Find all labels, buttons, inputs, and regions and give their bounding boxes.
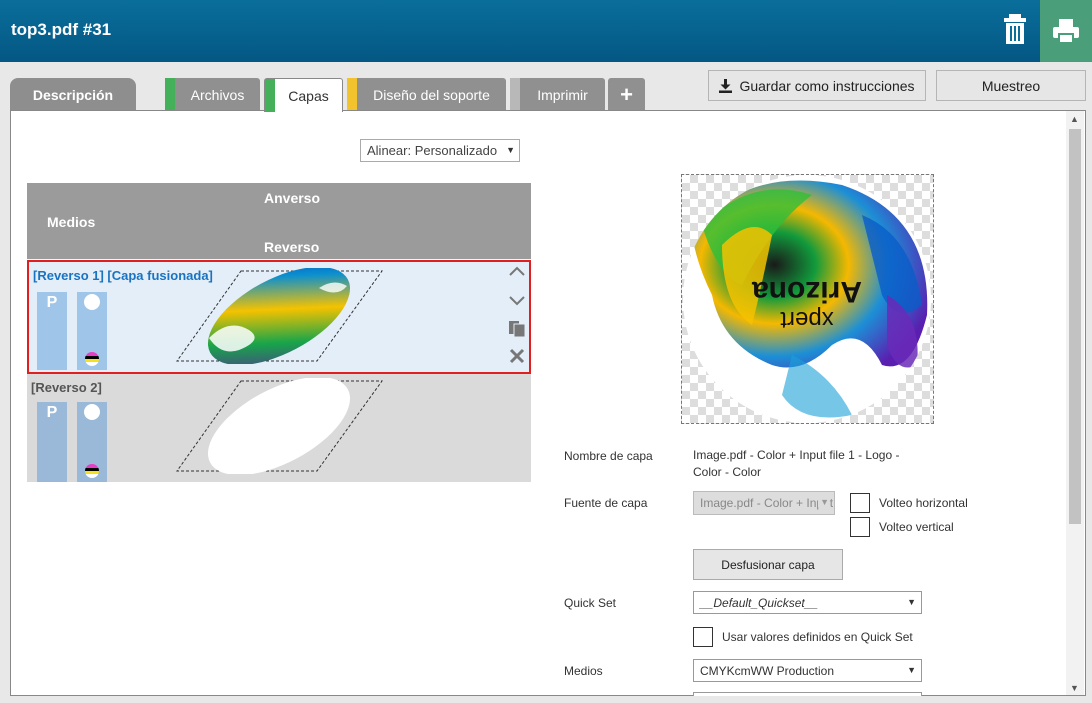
volteo-vertical-label: Volteo vertical — [879, 520, 954, 534]
title-bar: top3.pdf #31 — [0, 0, 1092, 62]
tab-archivos[interactable]: Archivos — [165, 78, 260, 111]
fuente-capa-value: Image.pdf - Color + Input file 1 — [700, 496, 834, 510]
muestreo-button[interactable]: Muestreo — [936, 70, 1086, 101]
guardar-label: Guardar como instrucciones — [739, 77, 915, 94]
nombre-capa-label: Nombre de capa — [564, 449, 653, 463]
print-icon — [1053, 19, 1079, 44]
tab-status-stripe — [510, 78, 520, 111]
align-select[interactable]: Alinear: Personalizado ▼ — [360, 139, 520, 162]
chevron-down-icon: ▼ — [506, 145, 515, 155]
white-ink-dot — [84, 404, 100, 420]
tab-status-stripe — [165, 78, 175, 111]
layer-thumbnail — [176, 268, 383, 364]
tab-diseno-label: Diseño del soporte — [373, 86, 490, 103]
medios-label: Medios — [564, 664, 603, 678]
scroll-down-arrow[interactable]: ▼ — [1070, 683, 1079, 693]
usar-valores-checkbox[interactable] — [693, 627, 713, 647]
print-button[interactable] — [1040, 0, 1092, 62]
layer-row-reverso-2[interactable]: [Reverso 2] P — [27, 374, 531, 482]
tab-diseno-soporte[interactable]: Diseño del soporte — [347, 78, 506, 111]
quickset-value: __Default_Quickset__ — [700, 596, 819, 610]
fuente-capa-select: Image.pdf - Color + Input file 1 ▼ — [693, 491, 835, 515]
print-mode-badge: P — [37, 292, 67, 370]
chevron-down-icon: ▼ — [907, 597, 916, 607]
copy-icon[interactable] — [508, 320, 526, 343]
tab-imprimir-label: Imprimir — [537, 86, 588, 103]
chevron-down-icon: ▼ — [818, 497, 829, 507]
tab-status-stripe — [265, 79, 275, 112]
quickset-select[interactable]: __Default_Quickset__ ▼ — [693, 591, 922, 614]
desfusionar-capa-button[interactable]: Desfusionar capa — [693, 549, 843, 580]
media-indicator — [77, 402, 107, 482]
header-medios: Medios — [47, 214, 96, 230]
vertical-scrollbar[interactable]: ▲ ▼ — [1066, 111, 1084, 695]
cmyk-ink-icon — [85, 464, 99, 478]
preview-image: Arizona xpert — [683, 175, 931, 423]
volteo-vertical-checkbox[interactable] — [850, 517, 870, 537]
tab-archivos-label: Archivos — [190, 86, 245, 103]
chevron-down-icon: ▼ — [907, 665, 916, 675]
layer-preview: Arizona xpert — [681, 174, 934, 424]
scroll-up-arrow[interactable]: ▲ — [1070, 114, 1079, 124]
tab-descripcion[interactable]: Descripción — [10, 78, 136, 111]
chevron-up-icon[interactable] — [508, 264, 526, 282]
layer-thumbnail — [176, 378, 383, 474]
preview-logo-subtext: xpert — [780, 306, 834, 333]
trash-icon[interactable] — [1000, 12, 1030, 46]
print-mode-badge: P — [37, 402, 67, 482]
medios-value: CMYKcmWW Production — [700, 664, 835, 678]
volteo-horizontal-checkbox[interactable] — [850, 493, 870, 513]
header-reverso: Reverso — [264, 239, 320, 255]
media-indicator — [77, 292, 107, 370]
tab-capas[interactable]: Capas — [264, 78, 343, 112]
usar-valores-label: Usar valores definidos en Quick Set — [722, 630, 913, 644]
layer-row-label: [Reverso 2] — [31, 380, 102, 395]
preview-logo-text: Arizona — [752, 275, 862, 308]
white-ink-dot — [84, 294, 100, 310]
align-select-value: Alinear: Personalizado — [367, 143, 498, 158]
add-tab-button[interactable]: + — [608, 78, 645, 111]
medios-select[interactable]: CMYKcmWW Production ▼ — [693, 659, 922, 682]
window-title: top3.pdf #31 — [11, 20, 112, 39]
close-icon[interactable] — [509, 348, 525, 369]
tab-capas-label: Capas — [288, 87, 329, 104]
volteo-horizontal-label: Volteo horizontal — [879, 496, 968, 510]
nombre-capa-value: Image.pdf - Color + Input file 1 - Logo … — [693, 448, 900, 479]
quickset-label: Quick Set — [564, 596, 617, 610]
guardar-instrucciones-button[interactable]: Guardar como instrucciones — [708, 70, 926, 101]
layer-row-reverso-1[interactable]: [Reverso 1] [Capa fusionada] P — [27, 260, 531, 374]
tab-imprimir[interactable]: Imprimir — [510, 78, 605, 111]
next-select-partial[interactable] — [693, 692, 922, 696]
chevron-down-icon[interactable] — [508, 294, 526, 312]
layers-table-header: Anverso Medios Reverso — [27, 183, 531, 259]
tab-status-stripe — [347, 78, 357, 111]
scroll-thumb[interactable] — [1069, 129, 1081, 524]
fuente-capa-label: Fuente de capa — [564, 496, 648, 510]
download-icon — [719, 78, 733, 93]
header-anverso: Anverso — [264, 190, 321, 206]
cmyk-ink-icon — [85, 352, 99, 366]
